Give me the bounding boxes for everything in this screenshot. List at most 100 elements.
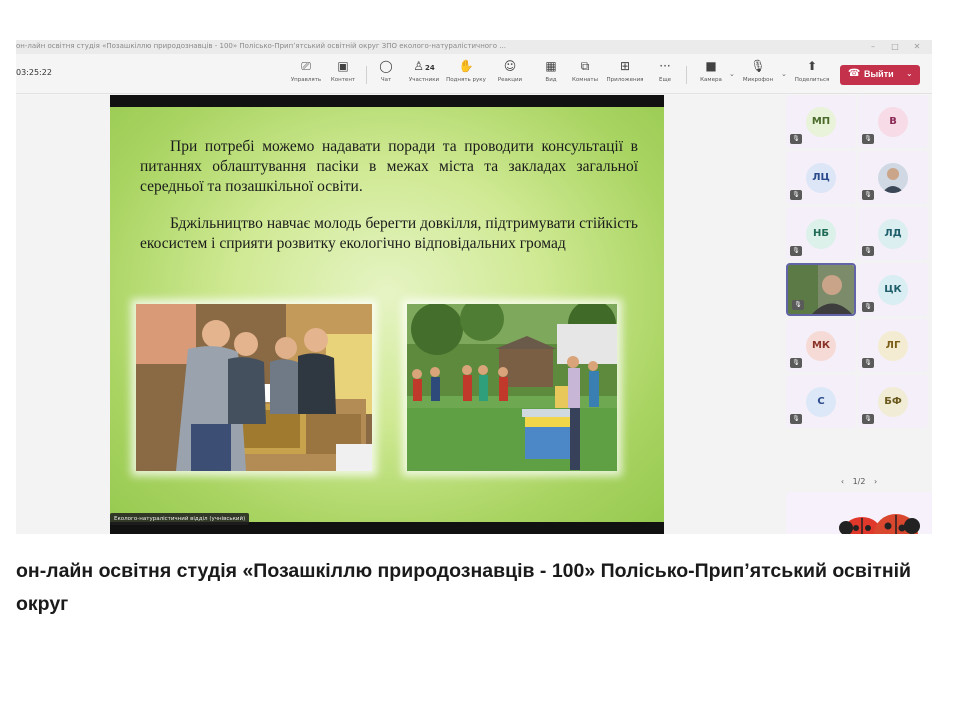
mic-off-icon: 🎙 bbox=[750, 59, 766, 73]
participant-tile[interactable]: 🎙 bbox=[858, 151, 928, 204]
participant-tile[interactable]: БФ 🎙 bbox=[858, 375, 928, 428]
pager-page: 1/2 bbox=[852, 477, 866, 486]
window-title-bar: он-лайн освітня студія «Позашкіллю приро… bbox=[16, 40, 932, 54]
raise-hand-label: Поднять руку bbox=[446, 77, 486, 83]
avatar: БФ bbox=[878, 387, 908, 417]
more-button[interactable]: ··· Еще bbox=[652, 58, 678, 90]
toolbar-divider bbox=[366, 66, 367, 84]
meeting-timer: 03:25:22 bbox=[16, 68, 52, 77]
chat-icon: ◯ bbox=[379, 59, 393, 73]
avatar: ЛЦ bbox=[806, 163, 836, 193]
camera-options-chevron-icon[interactable]: ⌄ bbox=[729, 70, 735, 78]
avatar: ЛГ bbox=[878, 331, 908, 361]
muted-mic-icon: 🎙 bbox=[790, 134, 802, 144]
phone-icon: ☎ bbox=[848, 68, 861, 79]
avatar: С bbox=[806, 387, 836, 417]
participant-tile[interactable]: ЛЦ 🎙 bbox=[786, 151, 856, 204]
shared-content: При потребі можемо надавати поради та пр… bbox=[110, 95, 664, 534]
participant-tile[interactable]: ЛД 🎙 bbox=[858, 207, 928, 260]
page-caption: он-лайн освітня студія «Позашкіллю приро… bbox=[16, 560, 912, 615]
reactions-label: Реакции bbox=[497, 77, 523, 83]
avatar: МК bbox=[806, 331, 836, 361]
more-icon: ··· bbox=[659, 59, 671, 73]
muted-mic-icon: 🎙 bbox=[862, 190, 874, 200]
raise-hand-button[interactable]: ✋ Поднять руку bbox=[444, 58, 488, 90]
leave-chevron-icon[interactable]: ⌄ bbox=[906, 69, 913, 78]
apiary-outdoor-photo bbox=[407, 304, 617, 471]
slide-paragraph-2: Бджільництво навчає молодь берегти довкі… bbox=[140, 215, 638, 252]
rooms-icon: ⧉ bbox=[580, 59, 590, 73]
apps-icon: ⊞ bbox=[619, 59, 631, 73]
teams-meeting-screenshot: он-лайн освітня студія «Позашкіллю приро… bbox=[16, 40, 932, 534]
view-grid-icon: ▦ bbox=[545, 59, 557, 73]
participants-pager: ‹ 1/2 › bbox=[786, 477, 932, 486]
meeting-toolbar: 03:25:22 ⎚ Управлять ▣ Контент ◯ Чат ♙24… bbox=[16, 54, 932, 94]
camera-button[interactable]: ■ Камера bbox=[694, 58, 728, 90]
leave-button[interactable]: ☎ Выйти ⌄ bbox=[840, 65, 920, 85]
beekeeping-class-photo bbox=[136, 304, 372, 471]
content-icon: ▣ bbox=[337, 59, 349, 73]
content-label: Контент bbox=[330, 77, 356, 83]
camera-off-icon: ■ bbox=[705, 59, 717, 73]
participant-video-tile[interactable]: 🎙 bbox=[786, 263, 856, 316]
ladybug-icon bbox=[839, 514, 920, 534]
window-title: он-лайн освітня студія «Позашкіллю приро… bbox=[16, 42, 506, 50]
muted-mic-icon: 🎙 bbox=[862, 134, 874, 144]
pager-next-icon[interactable]: › bbox=[874, 477, 877, 486]
presentation-slide: При потребі можемо надавати поради та пр… bbox=[110, 107, 664, 522]
avatar: В bbox=[878, 107, 908, 137]
people-icon: ♙24 bbox=[413, 59, 435, 73]
share-screen-button[interactable]: ⬆ Поделиться bbox=[792, 58, 832, 90]
participant-tile[interactable]: ЛГ 🎙 bbox=[858, 319, 928, 372]
apps-label: Приложения bbox=[606, 77, 644, 83]
toolbar-divider bbox=[686, 66, 687, 84]
avatar: МП bbox=[806, 107, 836, 137]
participants-label: Участники bbox=[408, 77, 440, 83]
participants-count: 24 bbox=[425, 64, 435, 72]
rooms-label: Комнаты bbox=[572, 77, 598, 83]
participant-tile[interactable]: В 🎙 bbox=[858, 95, 928, 148]
reactions-button[interactable]: ☺ Реакции bbox=[490, 58, 530, 90]
close-icon[interactable]: ✕ bbox=[906, 40, 928, 54]
participant-tile[interactable]: НБ 🎙 bbox=[786, 207, 856, 260]
avatar: ЛД bbox=[878, 219, 908, 249]
participant-tile[interactable]: С 🎙 bbox=[786, 375, 856, 428]
participant-tile[interactable]: МП 🎙 bbox=[786, 95, 856, 148]
share-label: Управлять bbox=[290, 77, 322, 83]
avatar: ЦК bbox=[878, 275, 908, 305]
more-label: Еще bbox=[658, 77, 672, 83]
raise-hand-icon: ✋ bbox=[458, 59, 474, 73]
rooms-button[interactable]: ⧉ Комнаты bbox=[568, 58, 602, 90]
pager-prev-icon[interactable]: ‹ bbox=[841, 477, 844, 486]
muted-mic-icon: 🎙 bbox=[862, 358, 874, 368]
microphone-options-chevron-icon[interactable]: ⌄ bbox=[781, 70, 787, 78]
view-label: Вид bbox=[545, 77, 557, 83]
share-screen-icon: ⬆ bbox=[806, 59, 818, 73]
microphone-button[interactable]: 🎙 Микрофон bbox=[738, 58, 778, 90]
muted-mic-icon: 🎙 bbox=[792, 300, 804, 310]
participants-button[interactable]: ♙24 Участники bbox=[402, 58, 446, 90]
microphone-label: Микрофон bbox=[742, 77, 774, 83]
meeting-stage: При потребі можемо надавати поради та пр… bbox=[16, 95, 932, 534]
share-button[interactable]: ⎚ Управлять bbox=[286, 58, 326, 90]
share-icon: ⎚ bbox=[301, 59, 311, 73]
content-button[interactable]: ▣ Контент bbox=[326, 58, 360, 90]
apps-button[interactable]: ⊞ Приложения bbox=[604, 58, 646, 90]
avatar bbox=[878, 163, 908, 193]
chat-button[interactable]: ◯ Чат bbox=[372, 58, 400, 90]
presenter-name-chip: Еколого-натуралістичний відділ (учнівськ… bbox=[110, 513, 250, 525]
muted-mic-icon: 🎙 bbox=[790, 246, 802, 256]
view-button[interactable]: ▦ Вид bbox=[536, 58, 566, 90]
minimize-icon[interactable]: – bbox=[862, 40, 884, 54]
slide-paragraph-1: При потребі можемо надавати поради та пр… bbox=[140, 138, 638, 195]
reactions-icon: ☺ bbox=[503, 59, 517, 73]
participant-tile[interactable]: ЦК 🎙 bbox=[858, 263, 928, 316]
camera-label: Камера bbox=[700, 77, 722, 83]
self-view-tile[interactable]: 🎙 bbox=[786, 492, 932, 534]
muted-mic-icon: 🎙 bbox=[862, 414, 874, 424]
participant-tile[interactable]: МК 🎙 bbox=[786, 319, 856, 372]
maximize-icon[interactable]: □ bbox=[884, 40, 906, 54]
avatar: НБ bbox=[806, 219, 836, 249]
share-screen-label: Поделиться bbox=[794, 77, 830, 83]
muted-mic-icon: 🎙 bbox=[862, 246, 874, 256]
